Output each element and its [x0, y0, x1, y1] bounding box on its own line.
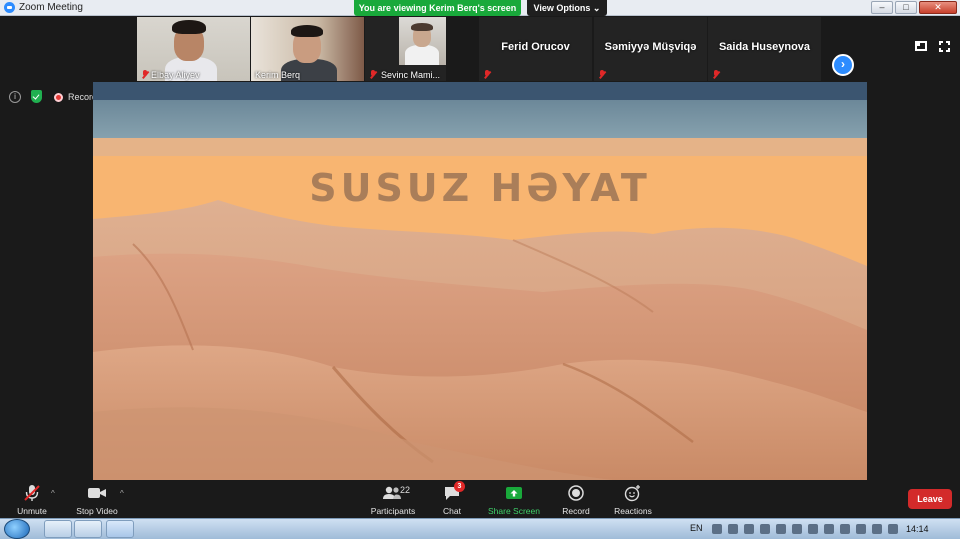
chrome-task-icon[interactable]	[74, 520, 102, 538]
hair-shape	[411, 23, 433, 31]
microphone-muted-icon	[483, 70, 491, 79]
security-shield-icon[interactable]	[31, 90, 42, 103]
participants-label: Participants	[370, 506, 416, 516]
unmute-label: Unmute	[17, 506, 47, 516]
share-screen-icon	[486, 484, 542, 502]
share-screen-button[interactable]: Share Screen	[486, 484, 542, 516]
leave-button[interactable]: Leave	[908, 489, 952, 509]
unmute-button[interactable]: Unmute	[12, 484, 52, 516]
chat-label: Chat	[443, 506, 461, 516]
record-label: Record	[562, 506, 590, 516]
microphone-muted-icon	[12, 484, 52, 502]
slide-title: SUSUZ HƏYAT	[309, 166, 651, 210]
tray-icon[interactable]	[792, 524, 802, 534]
reactions-label: Reactions	[614, 506, 652, 516]
zoom-task-icon[interactable]	[106, 520, 134, 538]
file-explorer-task-icon[interactable]	[44, 520, 72, 538]
tray-icon[interactable]	[744, 524, 754, 534]
title-bar: Zoom Meeting You are viewing Kerim Berq'…	[0, 0, 960, 16]
windows-taskbar: EN 14:14	[0, 518, 960, 539]
window-controls: – □ ✕	[871, 1, 957, 14]
tray-icon[interactable]	[808, 524, 818, 534]
participants-button[interactable]: 22 Participants	[368, 484, 418, 516]
next-page-icon[interactable]: ›	[832, 54, 854, 76]
participant-name: Saida Huseynova	[718, 41, 811, 53]
start-button-icon[interactable]	[4, 519, 30, 539]
participant-tile-saida-huseynova[interactable]: Saida Huseynova	[708, 17, 821, 81]
window-title: Zoom Meeting	[19, 2, 83, 13]
microphone-muted-icon	[141, 70, 149, 79]
microphone-muted-icon	[369, 70, 377, 79]
volume-icon[interactable]	[888, 524, 898, 534]
chat-icon: 3	[436, 481, 468, 502]
microphone-muted-icon	[598, 70, 606, 79]
taskbar-clock[interactable]: 14:14	[906, 524, 929, 534]
zoom-app-icon	[4, 2, 15, 13]
participant-tile-ferid-orucov[interactable]: Ferid Orucov	[479, 17, 592, 81]
view-options-label: View Options	[533, 3, 591, 13]
share-screen-label: Share Screen	[488, 506, 540, 516]
tray-icon[interactable]	[824, 524, 834, 534]
record-icon	[558, 484, 594, 502]
view-options-button[interactable]: View Options ⌄	[527, 0, 607, 16]
minimize-button[interactable]: –	[871, 1, 893, 14]
participant-name: Kerim Berq	[255, 70, 301, 80]
reactions-button[interactable]: Reactions	[612, 484, 654, 516]
chat-unread-badge: 3	[454, 481, 465, 492]
participant-name: Elbay Aliyev	[151, 70, 200, 80]
zoom-meeting-window: Zoom Meeting You are viewing Kerim Berq'…	[0, 0, 960, 539]
language-indicator[interactable]: EN	[690, 523, 703, 533]
chevron-down-icon: ⌄	[592, 3, 601, 13]
participants-icon: 22	[368, 484, 418, 502]
network-icon[interactable]	[872, 524, 882, 534]
participants-count: 22	[400, 485, 411, 495]
tray-icon[interactable]	[856, 524, 866, 534]
gallery-layout-icon[interactable]	[915, 41, 927, 51]
tray-icon[interactable]	[712, 524, 722, 534]
maximize-button[interactable]: □	[895, 1, 917, 14]
desert-dunes-image	[93, 200, 867, 480]
participant-tile-sevinc[interactable]: Sevinc Mami...	[365, 17, 446, 81]
reactions-icon	[612, 484, 654, 502]
tray-icon[interactable]	[728, 524, 738, 534]
fullscreen-icon[interactable]	[938, 40, 951, 53]
info-icon[interactable]: i	[9, 91, 21, 103]
recording-icon	[54, 93, 63, 102]
participant-tile-semiyye-musviqe[interactable]: Səmiyyə Müşviqə	[594, 17, 707, 81]
hair-shape	[291, 25, 323, 37]
hair-shape	[172, 20, 206, 34]
participant-name: Ferid Orucov	[501, 41, 570, 53]
video-frame	[399, 17, 446, 65]
video-camera-icon	[73, 484, 121, 502]
stop-video-label: Stop Video	[76, 506, 118, 516]
person-shape	[405, 45, 439, 65]
shared-screen: SUSUZ HƏYAT	[93, 82, 867, 480]
tray-icon[interactable]	[760, 524, 770, 534]
participant-gallery-strip: Elbay Aliyev Kerim Berq Sevinc Mami... F…	[0, 16, 960, 82]
tray-icon[interactable]	[776, 524, 786, 534]
participant-tile-kerim-berq[interactable]: Kerim Berq	[251, 17, 364, 81]
video-options-chevron-icon[interactable]: ^	[120, 489, 124, 498]
microphone-muted-icon	[712, 70, 720, 79]
audio-options-chevron-icon[interactable]: ^	[51, 489, 55, 498]
record-button[interactable]: Record	[558, 484, 594, 516]
participant-name: Sevinc Mami...	[381, 70, 441, 80]
tray-icon[interactable]	[840, 524, 850, 534]
participant-name: Səmiyyə Müşviqə	[604, 41, 697, 53]
stop-video-button[interactable]: Stop Video	[73, 484, 121, 516]
close-button[interactable]: ✕	[919, 1, 957, 14]
meeting-controls-toolbar: Unmute ^ Stop Video ^ 22 Participants 3 …	[0, 480, 960, 518]
chat-button[interactable]: 3 Chat	[436, 481, 468, 516]
participant-tile-elbay-aliyev[interactable]: Elbay Aliyev	[137, 17, 250, 81]
screen-share-banner: You are viewing Kerim Berq's screen	[354, 0, 521, 16]
